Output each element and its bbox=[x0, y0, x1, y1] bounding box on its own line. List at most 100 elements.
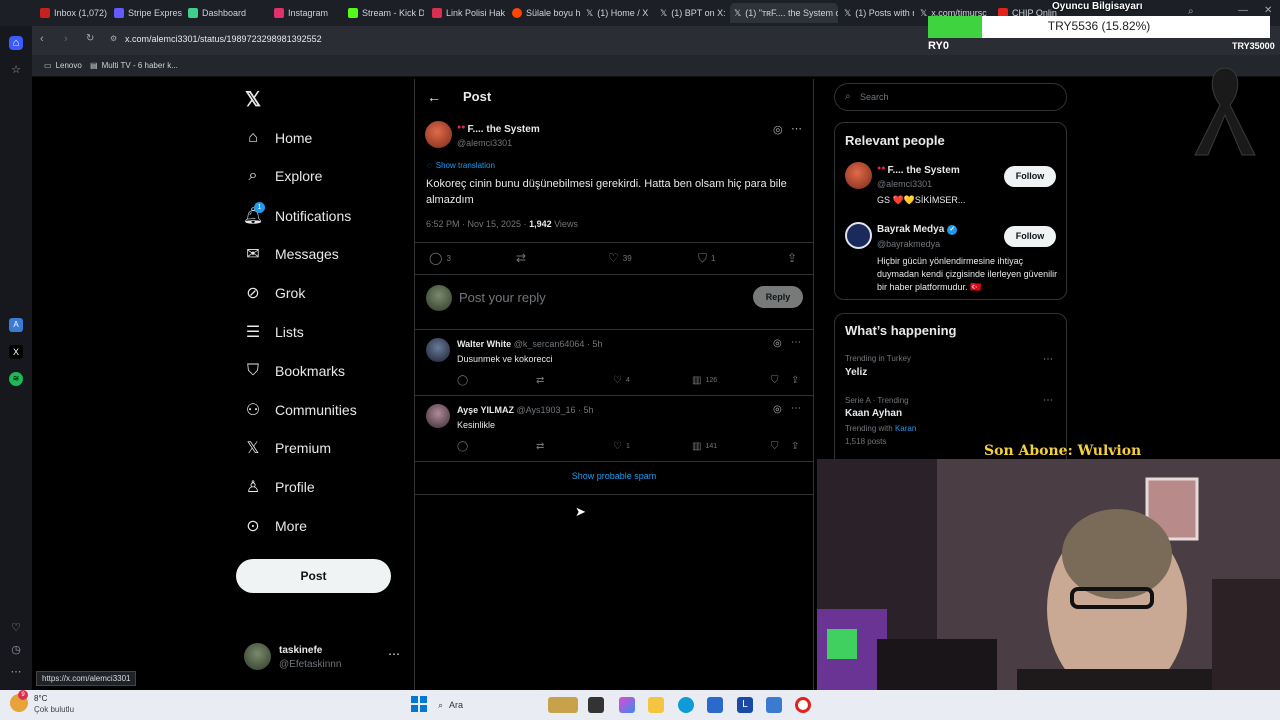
bookmark-action[interactable]: ⛉ 1 bbox=[698, 251, 715, 266]
close-icon[interactable]: ✕ bbox=[1264, 5, 1272, 16]
repost-action[interactable]: ⇄ bbox=[536, 375, 544, 386]
reply-action[interactable]: ◯ bbox=[457, 441, 468, 452]
follow-button[interactable]: Follow bbox=[1004, 226, 1056, 247]
more-icon[interactable]: ⋯ bbox=[388, 647, 400, 661]
nav-explore[interactable]: ⌕ Explore bbox=[244, 162, 323, 190]
search-input[interactable]: ⌕ Search bbox=[834, 83, 1067, 111]
share-action[interactable]: ⇪ bbox=[791, 375, 799, 386]
more-icon[interactable]: ⋯ bbox=[1043, 354, 1053, 365]
like-action[interactable]: ♡ 39 bbox=[608, 251, 632, 265]
nav-more[interactable]: ⊙ More bbox=[244, 512, 307, 540]
reply-item[interactable]: Ayşe YILMAZ @Ays1903_16 · 5h Kesinlikle … bbox=[415, 396, 813, 461]
bookmark-action[interactable]: ⛉ bbox=[771, 441, 779, 452]
copilot-icon[interactable] bbox=[619, 697, 635, 713]
show-translation-link[interactable]: ◌ Show translation bbox=[427, 161, 495, 170]
task-view-icon[interactable] bbox=[588, 697, 604, 713]
app-store-icon[interactable]: A bbox=[9, 318, 23, 332]
post-button[interactable]: Post bbox=[236, 559, 391, 593]
account-switcher[interactable]: taskinefe @Efetaskinnn ⋯ bbox=[244, 643, 404, 675]
bookmark-multitv[interactable]: ▤ Multi TV - 6 haber k... bbox=[90, 61, 178, 70]
minimize-icon[interactable]: — bbox=[1238, 5, 1248, 16]
reply-item[interactable]: Walter White @k_sercan64064 · 5h Dusunme… bbox=[415, 330, 813, 395]
x-logo-icon[interactable]: 𝕏 bbox=[245, 87, 261, 112]
author-handle[interactable]: @alemci3301 bbox=[457, 138, 512, 148]
more-icon[interactable]: ⋯ bbox=[9, 665, 23, 679]
x-app-icon[interactable]: X bbox=[9, 345, 23, 359]
reload-icon[interactable]: ↻ bbox=[86, 33, 94, 44]
nav-notifications[interactable]: 🔔︎ 1 Notifications bbox=[243, 202, 351, 230]
tab-instagram[interactable]: Instagram bbox=[270, 3, 342, 23]
taskbar-search[interactable]: ⌕ Ara bbox=[438, 696, 538, 714]
person-handle[interactable]: @alemci3301 bbox=[877, 179, 932, 189]
home-icon[interactable]: ⌂ bbox=[9, 36, 23, 50]
grok-icon[interactable]: ◎ bbox=[773, 123, 783, 136]
app-icon[interactable]: L bbox=[737, 697, 753, 713]
widgets-icon[interactable] bbox=[548, 697, 578, 713]
views-action[interactable]: ▥ 126 bbox=[692, 375, 717, 386]
tab-gmail[interactable]: Inbox (1,072) - bbox=[36, 3, 108, 23]
repost-action[interactable]: ⇄ bbox=[536, 441, 544, 452]
tab-stripe[interactable]: Stripe Express bbox=[110, 3, 182, 23]
nav-communities[interactable]: ⚇ Communities bbox=[244, 396, 357, 424]
show-spam-link[interactable]: Show probable spam bbox=[415, 471, 813, 481]
trend-with-link[interactable]: Karan bbox=[895, 424, 916, 433]
nav-bookmarks[interactable]: ⛉ Bookmarks bbox=[244, 357, 345, 385]
person-name[interactable]: ●● F.... the System bbox=[877, 165, 960, 176]
author-name[interactable]: ●● F.... the System bbox=[457, 124, 540, 135]
tab-x-bpt[interactable]: 𝕏 (1) BPT on X: "I bbox=[656, 3, 728, 23]
person-avatar[interactable] bbox=[845, 162, 872, 189]
back-icon[interactable]: ‹ bbox=[40, 33, 44, 45]
share-action[interactable]: ⇪ bbox=[787, 251, 797, 265]
trend-name[interactable]: Yeliz bbox=[845, 367, 867, 378]
reply-input[interactable]: Post your reply bbox=[459, 290, 546, 305]
bookmark-action[interactable]: ⛉ bbox=[771, 375, 779, 386]
person-name[interactable]: Bayrak Medya ✓ bbox=[877, 224, 958, 235]
tab-x-active[interactable]: 𝕏 (1) "ᴛʀF.... the System o bbox=[730, 3, 838, 23]
views-action[interactable]: ▥ 141 bbox=[692, 441, 717, 452]
tab-kick[interactable]: Stream - Kick D bbox=[344, 3, 424, 23]
reply-action[interactable]: ◯ 3 bbox=[429, 251, 451, 265]
history-icon[interactable]: ◷ bbox=[9, 643, 23, 657]
nav-home[interactable]: ⌂ Home bbox=[244, 124, 312, 152]
opera-icon[interactable] bbox=[795, 697, 811, 713]
nav-messages[interactable]: ✉ Messages bbox=[244, 240, 339, 268]
spotify-icon[interactable]: ≋ bbox=[9, 372, 23, 386]
forward-icon[interactable]: › bbox=[64, 33, 68, 45]
share-action[interactable]: ⇪ bbox=[791, 441, 799, 452]
tab-reddit[interactable]: Sülale boyu ha bbox=[508, 3, 580, 23]
repost-action[interactable]: ⇄ bbox=[516, 251, 526, 265]
nav-premium[interactable]: 𝕏 Premium bbox=[244, 434, 331, 462]
tab-x-posts[interactable]: 𝕏 (1) Posts with r bbox=[840, 3, 914, 23]
author-avatar[interactable] bbox=[425, 121, 452, 148]
more-icon[interactable]: ⋯ bbox=[1043, 395, 1053, 406]
grok-icon[interactable]: ◎ bbox=[773, 338, 782, 349]
file-explorer-icon[interactable] bbox=[648, 697, 664, 713]
tab-link-polisi[interactable]: Link Polisi Hak bbox=[428, 3, 506, 23]
more-icon[interactable]: ⋯ bbox=[791, 337, 801, 348]
back-arrow-icon[interactable]: ← bbox=[427, 89, 441, 105]
more-icon[interactable]: ⋯ bbox=[791, 403, 801, 414]
nav-grok[interactable]: ⊘ Grok bbox=[244, 279, 305, 307]
nav-profile[interactable]: ♙ Profile bbox=[244, 473, 315, 501]
tab-dashboard[interactable]: Dashboard bbox=[184, 3, 264, 23]
reply-action[interactable]: ◯ bbox=[457, 375, 468, 386]
mail-icon[interactable] bbox=[766, 697, 782, 713]
more-icon[interactable]: ⋯ bbox=[791, 122, 802, 135]
nav-lists[interactable]: ☰ Lists bbox=[244, 318, 304, 346]
person-avatar[interactable] bbox=[845, 222, 872, 249]
follow-button[interactable]: Follow bbox=[1004, 166, 1056, 187]
tab-x-home[interactable]: 𝕏 (1) Home / X bbox=[582, 3, 654, 23]
windows-start-icon[interactable] bbox=[411, 696, 427, 712]
grok-icon[interactable]: ◎ bbox=[773, 404, 782, 415]
like-action[interactable]: ♡ 4 bbox=[613, 375, 630, 386]
heart-icon[interactable]: ♡ bbox=[9, 621, 23, 635]
url-field[interactable]: x.com/alemci3301/status/1989723298981392… bbox=[125, 34, 322, 44]
like-action[interactable]: ♡ 1 bbox=[613, 441, 630, 452]
store-icon[interactable] bbox=[707, 697, 723, 713]
edge-icon[interactable] bbox=[678, 697, 694, 713]
site-info-icon[interactable]: ⚙ bbox=[110, 34, 117, 43]
reply-button[interactable]: Reply bbox=[753, 286, 803, 308]
person-handle[interactable]: @bayrakmedya bbox=[877, 239, 940, 249]
bookmark-lenovo[interactable]: ▭ Lenovo bbox=[44, 61, 82, 70]
trend-name[interactable]: Kaan Ayhan bbox=[845, 408, 902, 419]
